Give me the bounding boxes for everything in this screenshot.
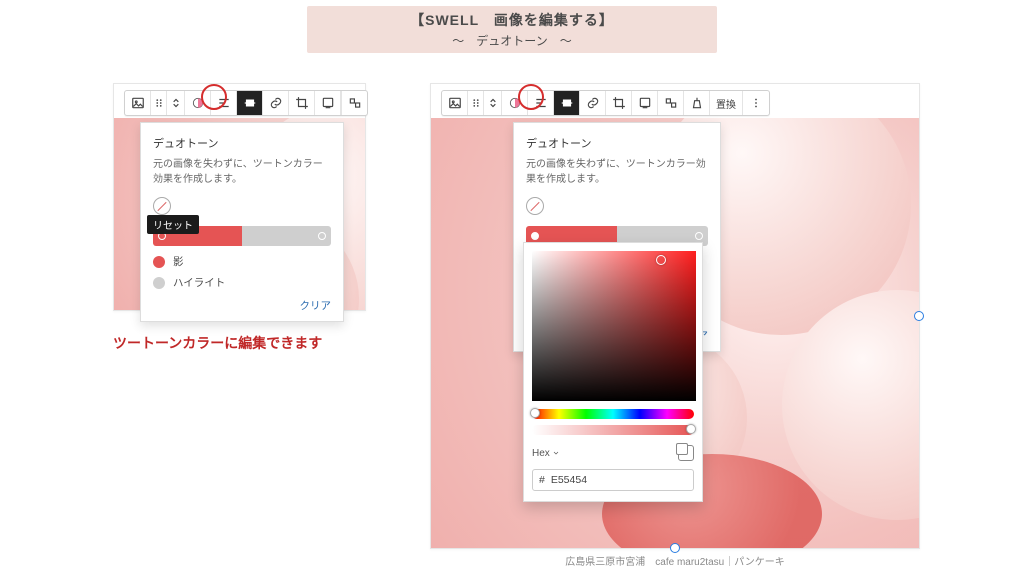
page-title-line1: 【SWELL 画像を編集する】 [307,10,717,30]
alpha-slider[interactable] [532,425,694,435]
duotone-popover: デュオトーン 元の画像を失わずに、ツートンカラー効果を作成します。 リセット 影… [140,122,344,322]
image-block-icon[interactable] [442,91,468,115]
block-toolbar [124,90,368,116]
color-picker: Hex # E55454 [523,242,703,502]
hash-prefix: # [539,474,545,486]
drag-handle-icon[interactable] [468,91,484,115]
editor-right: 置換 デュオトーン 元の画像を失わずに、ツートンカラー効果を作成します。 クリア [430,83,920,549]
editor-left: デュオトーン 元の画像を失わずに、ツートンカラー効果を作成します。 リセット 影… [113,83,366,311]
resize-handle-bottom[interactable] [670,543,680,553]
move-up-down-icon[interactable] [167,91,185,115]
popover-description: 元の画像を失わずに、ツートンカラー効果を作成します。 [526,157,708,187]
color-mode-select[interactable]: Hex [532,448,550,459]
saturation-field[interactable] [532,251,696,401]
saturation-thumb[interactable] [656,255,666,265]
hue-thumb[interactable] [530,408,540,418]
wide-align-button[interactable] [237,91,263,115]
page-title-line2: 〜 デュオトーン 〜 [307,32,717,49]
page-title-banner: 【SWELL 画像を編集する】 〜 デュオトーン 〜 [307,6,717,53]
link-button[interactable] [263,91,289,115]
reset-duotone-button[interactable] [153,197,171,215]
crop-button[interactable] [606,91,632,115]
chevron-down-icon [552,449,560,457]
replace-button[interactable]: 置換 [710,91,743,115]
image-caption: 広島県三原市宮浦 cafe maru2tasu｜パンケーキ [431,553,919,568]
hue-slider[interactable] [532,409,694,419]
hex-value: E55454 [551,474,587,486]
popover-heading: デュオトーン [153,135,331,151]
copy-color-button[interactable] [678,445,694,461]
annotation-text: ツートーンカラーに編集できます [113,333,322,353]
align-button[interactable] [528,91,554,115]
move-up-down-icon[interactable] [484,91,502,115]
reset-tooltip: リセット [147,215,199,234]
style-button[interactable] [658,91,684,115]
popover-description: 元の画像を失わずに、ツートンカラー効果を作成します。 [153,157,331,187]
duotone-filter-button[interactable] [185,91,211,115]
crop-button[interactable] [289,91,315,115]
alpha-thumb[interactable] [686,424,696,434]
block-toolbar: 置換 [441,90,770,116]
hex-input[interactable]: # E55454 [532,469,694,491]
image-block-icon[interactable] [125,91,151,115]
link-button[interactable] [580,91,606,115]
caption-button[interactable] [632,91,658,115]
popover-heading: デュオトーン [526,135,708,151]
align-button[interactable] [211,91,237,115]
reset-duotone-button[interactable] [526,197,544,215]
style-button[interactable] [341,91,367,115]
more-options-button[interactable] [743,91,769,115]
shadow-option[interactable]: 影 [153,254,331,269]
highlight-option[interactable]: ハイライト [153,275,331,290]
clear-button[interactable]: クリア [153,298,331,313]
drag-handle-icon[interactable] [151,91,167,115]
duotone-filter-button[interactable] [502,91,528,115]
wide-align-button[interactable] [554,91,580,115]
caption-button[interactable] [315,91,341,115]
resize-handle-right[interactable] [914,311,924,321]
brush-button[interactable] [684,91,710,115]
